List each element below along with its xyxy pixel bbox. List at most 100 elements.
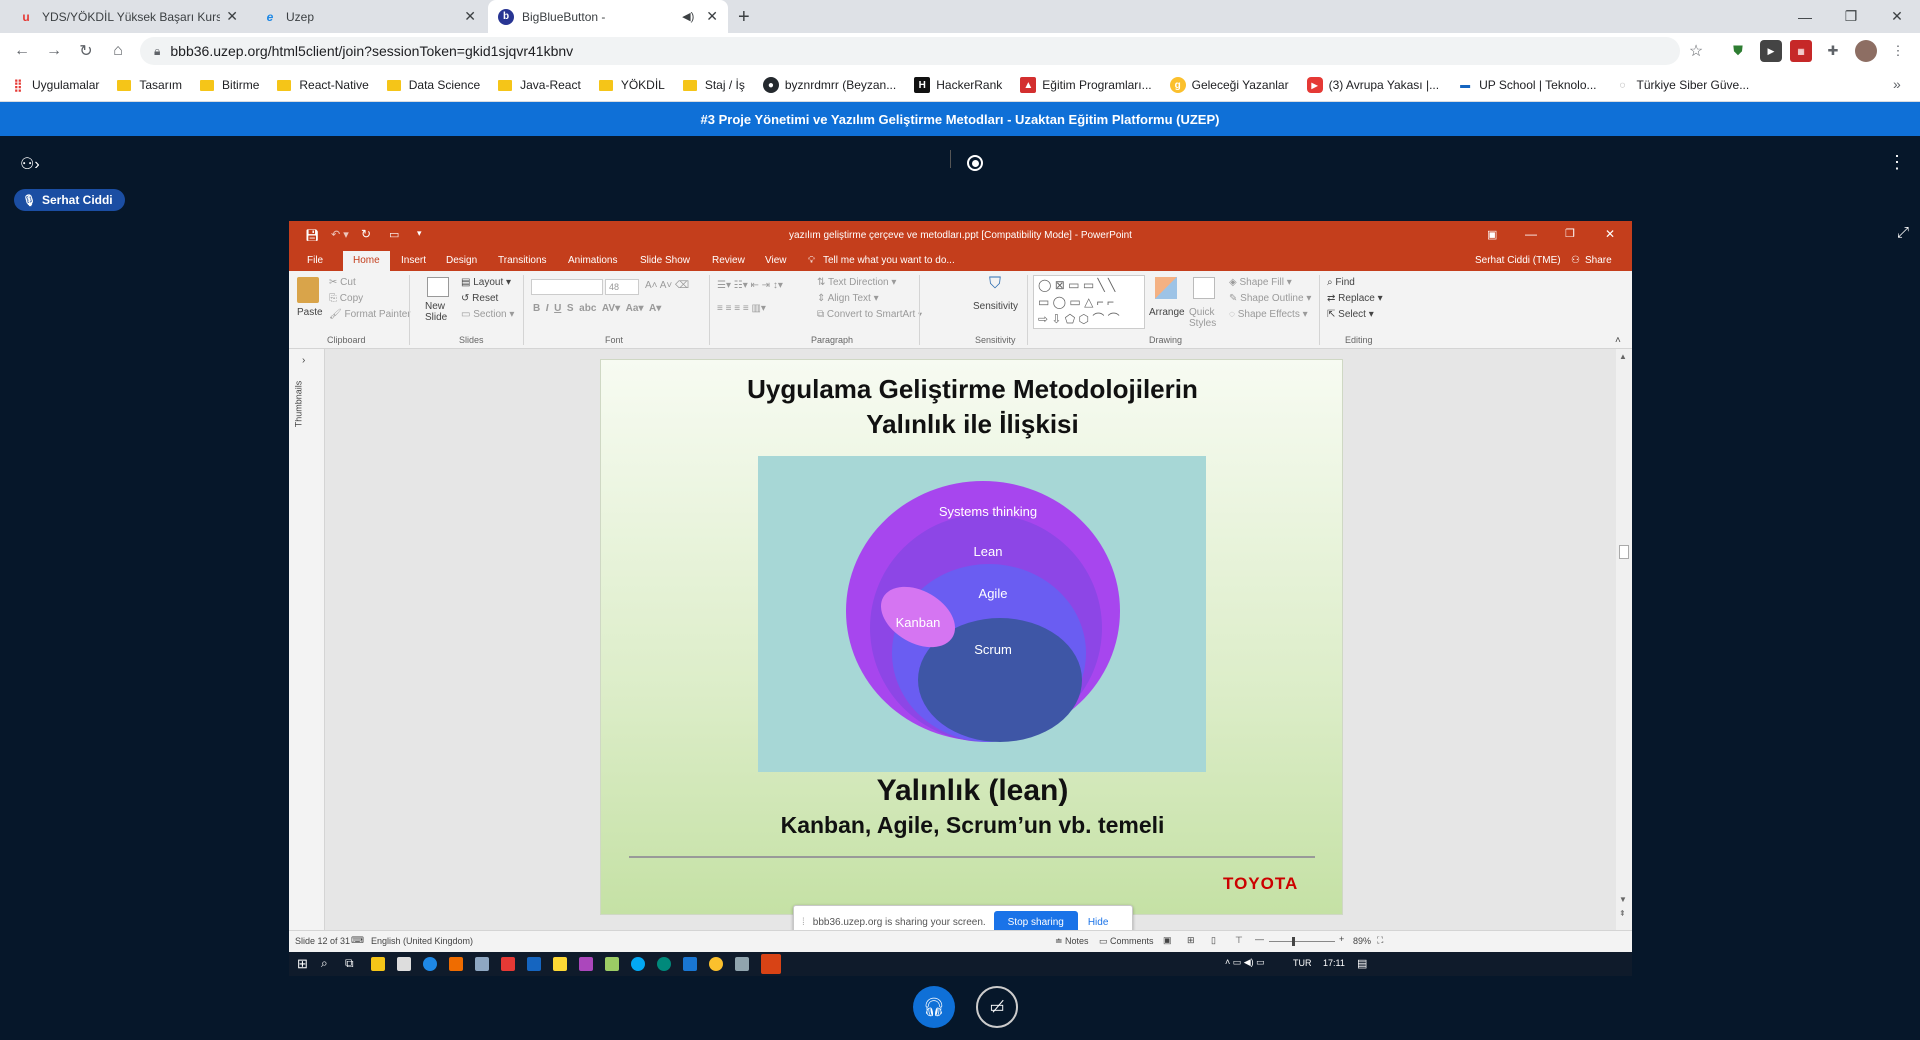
ie-icon[interactable] (423, 957, 437, 971)
shield-icon[interactable]: ⛊ (1727, 40, 1749, 62)
shape-effects-button[interactable]: ◌ Shape Effects ▾ (1229, 309, 1308, 320)
tab-design[interactable]: Design (446, 255, 477, 266)
powerpoint-taskbar-icon[interactable] (761, 954, 781, 974)
shape-outline-button[interactable]: ✎ Shape Outline ▾ (1229, 293, 1311, 304)
font-style-buttons[interactable]: B I U S abc AV▾ Aa▾ A▾ (533, 303, 661, 314)
extension-icon[interactable]: ▶ (1760, 40, 1782, 62)
avatar[interactable] (1855, 40, 1877, 62)
convert-smartart-button[interactable]: ⧉ Convert to SmartArt ▾ (817, 309, 922, 320)
app-icon[interactable] (475, 957, 489, 971)
maximize-icon[interactable]: ❐ (1565, 227, 1575, 240)
tab-file[interactable]: File (307, 255, 323, 266)
notes-button[interactable]: ≐ Notes (1055, 936, 1089, 947)
arrange-icon[interactable] (1155, 277, 1177, 299)
file-explorer-icon[interactable] (371, 957, 385, 971)
tell-me-box[interactable]: Tell me what you want to do... (823, 255, 955, 266)
minimize-icon[interactable]: — (1525, 227, 1537, 241)
puzzle-icon[interactable]: ✚ (1822, 40, 1844, 62)
comments-button[interactable]: ▭ Comments (1099, 936, 1154, 947)
zoom-level[interactable]: 89% (1353, 936, 1371, 946)
speaker-icon[interactable]: ◀) (682, 10, 694, 23)
zoom-slider[interactable] (1269, 941, 1335, 942)
arrange-button[interactable]: Arrange (1149, 307, 1185, 318)
reload-icon[interactable]: ↻ (70, 35, 102, 67)
close-icon[interactable]: ✕ (706, 8, 718, 25)
vertical-scrollbar[interactable]: ▲ ▼ ⇞ (1616, 349, 1632, 930)
text-direction-button[interactable]: ⇅ Text Direction ▾ (817, 277, 896, 288)
font-grow-shrink-icon[interactable]: A˄ A˅ ⌫ (645, 280, 689, 291)
star-icon[interactable]: ☆ (1685, 40, 1707, 62)
options-icon[interactable]: ⋮ (1888, 152, 1906, 173)
address-bar[interactable]: 🔒︎ bbb36.uzep.org/html5client/join?sessi… (140, 37, 1680, 65)
tab-uzep[interactable]: e Uzep ✕ (252, 0, 486, 33)
reading-view-icon[interactable]: ▯ (1211, 935, 1216, 946)
bookmark-apps[interactable]: ⣿ Uygulamalar (10, 77, 100, 93)
find-button[interactable]: ⌕ Find (1327, 277, 1355, 288)
font-size-field[interactable]: 48 (605, 279, 639, 295)
filezilla-icon[interactable] (501, 957, 515, 971)
redo-icon[interactable]: ↻ (361, 227, 371, 241)
tab-bigbluebutton[interactable]: b BigBlueButton - ◀) ✕ (488, 0, 728, 33)
close-window-icon[interactable]: ✕ (1874, 0, 1920, 33)
scrollbar-thumb[interactable] (1619, 545, 1629, 559)
tab-view[interactable]: View (765, 255, 787, 266)
bookmark-hackerrank[interactable]: H HackerRank (914, 77, 1002, 93)
share-button[interactable]: Share (1585, 255, 1612, 266)
bookmark-gelecegi-yazanlar[interactable]: g Geleceği Yazanlar (1169, 77, 1289, 93)
quick-styles-button[interactable]: Quick Styles (1189, 307, 1219, 329)
section-button[interactable]: ▭ Section ▾ (461, 309, 514, 320)
tab-insert[interactable]: Insert (401, 255, 426, 266)
tab-animations[interactable]: Animations (568, 255, 617, 266)
task-view-icon[interactable]: ⧉ (345, 956, 354, 971)
new-slide-icon[interactable] (427, 277, 449, 297)
store-icon[interactable] (397, 957, 411, 971)
close-icon[interactable]: ✕ (1605, 227, 1615, 241)
shapes-gallery[interactable]: ◯ ⊠ ▭ ▭ ╲ ╲ ▭ ◯ ▭ △ ⌐ ⌐ ⇨ ⇩ ⬠ ⬡ ⌒ ⌒ (1033, 275, 1145, 329)
tab-yds[interactable]: u YDS/YÖKDİL Yüksek Başarı Kursu ✕ (8, 0, 248, 33)
slide-canvas[interactable]: Uygulama Geliştirme Metodolojilerin Yalı… (600, 359, 1343, 915)
bookmark-folder[interactable]: Data Science (386, 78, 480, 92)
account-name[interactable]: Serhat Ciddi (TME) (1475, 255, 1561, 266)
font-name-field[interactable] (531, 279, 603, 295)
bookmark-folder[interactable]: Tasarım (117, 78, 182, 92)
align-text-button[interactable]: ⇕ Align Text ▾ (817, 293, 879, 304)
bookmark-folder[interactable]: Java-React (498, 78, 581, 92)
forward-icon[interactable]: → (38, 35, 70, 67)
app-icon[interactable] (449, 957, 463, 971)
collapse-ribbon-icon[interactable]: ˄ (1615, 335, 1621, 346)
normal-view-icon[interactable]: ▣ (1163, 935, 1172, 946)
new-slide-button[interactable]: New Slide (425, 301, 455, 323)
tab-slide-show[interactable]: Slide Show (640, 255, 690, 266)
bookmark-folder[interactable]: YÖKDİL (598, 78, 665, 92)
bookmark-folder[interactable]: React-Native (277, 78, 369, 92)
tab-review[interactable]: Review (712, 255, 745, 266)
system-tray-icons[interactable]: ˄ ▭ ◀) ▭ (1225, 957, 1265, 968)
app-icon[interactable] (683, 957, 697, 971)
bookmarks-more-icon[interactable]: » (1893, 76, 1901, 92)
paste-button[interactable]: Paste (297, 307, 323, 318)
quick-styles-icon[interactable] (1193, 277, 1215, 299)
bookmark-folder[interactable]: Bitirme (200, 78, 259, 92)
list-buttons[interactable]: ☰▾ ☷▾ ⇤ ⇥ ↕▾ (717, 280, 783, 291)
present-icon[interactable]: ▭ (389, 228, 399, 241)
talking-indicator[interactable]: 🎙︎ Serhat Ciddi (14, 189, 125, 211)
customize-qat-icon[interactable]: ▾ (417, 228, 422, 239)
new-tab-button[interactable]: + (738, 6, 750, 29)
save-icon[interactable]: 💾︎ (305, 229, 319, 242)
app-icon[interactable] (579, 957, 593, 971)
slide-sorter-icon[interactable]: ⊞ (1187, 935, 1195, 946)
bookmark-siber[interactable]: ◌ Türkiye Siber Güve... (1615, 77, 1750, 93)
close-icon[interactable]: ✕ (226, 8, 238, 25)
zoom-slider-thumb[interactable] (1292, 937, 1295, 946)
bookmark-folder[interactable]: Staj / İş (682, 78, 745, 92)
spellcheck-icon[interactable]: ⌨ (351, 935, 364, 946)
previous-slide-icon[interactable]: ⇞ (1619, 909, 1626, 918)
bookmark-youtube[interactable]: ▶ (3) Avrupa Yakası |... (1306, 77, 1439, 93)
language-indicator[interactable]: English (United Kingdom) (371, 936, 473, 946)
home-icon[interactable]: ⌂ (102, 35, 134, 67)
layout-button[interactable]: ▤ Layout ▾ (461, 277, 511, 288)
bookmark-education[interactable]: ▲ Eğitim Programları... (1020, 77, 1152, 93)
align-buttons[interactable]: ≡ ≡ ≡ ≡ ▥▾ (717, 303, 766, 314)
format-painter-button[interactable]: 🖌︎ Format Painter (329, 309, 411, 320)
paste-icon[interactable] (297, 277, 319, 303)
